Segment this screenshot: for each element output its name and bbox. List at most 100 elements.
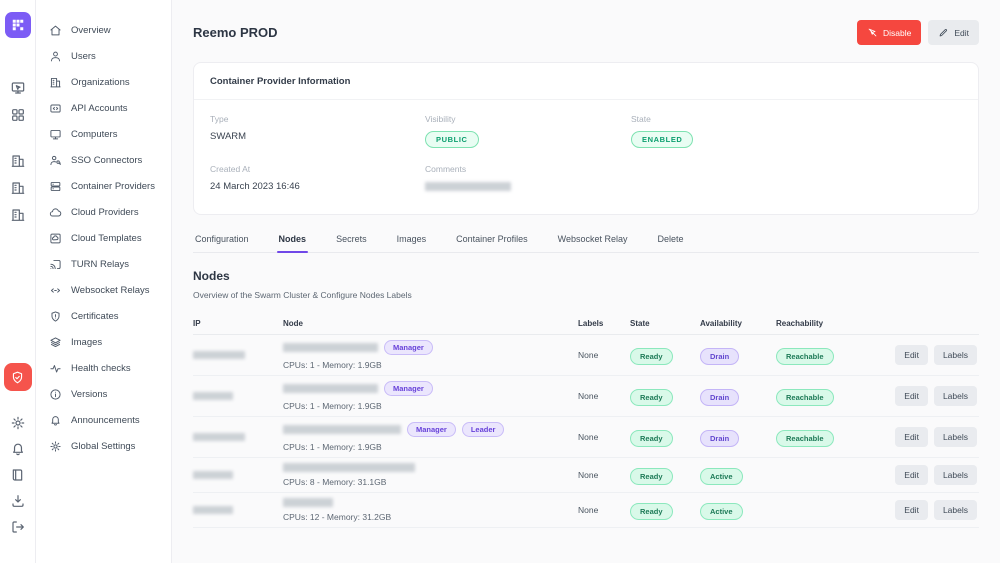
tab[interactable]: Configuration: [193, 234, 251, 252]
sidebar-item-label: Users: [71, 51, 96, 62]
reemo-logo-icon: [9, 16, 27, 34]
row-labels-button[interactable]: Labels: [934, 465, 977, 485]
nodes-table: IP Node Labels State Availability Reacha…: [193, 313, 979, 528]
node-row: Manager CPUs: 1 - Memory: 1.9GB None Rea…: [193, 376, 979, 417]
availability-badge: Active: [700, 503, 743, 520]
api-icon: [49, 102, 62, 115]
role-badge-leader: Leader: [462, 422, 505, 437]
field-comments: Comments: [425, 164, 631, 196]
shield-icon: [49, 310, 62, 323]
row-edit-button[interactable]: Edit: [895, 500, 928, 520]
row-labels-button[interactable]: Labels: [934, 345, 977, 365]
redacted-ip: [193, 351, 245, 359]
sidebar-item-label: Global Settings: [71, 441, 135, 452]
row-edit-button[interactable]: Edit: [895, 465, 928, 485]
availability-badge: Active: [700, 468, 743, 485]
tab[interactable]: Secrets: [334, 234, 369, 252]
organization-icon[interactable]: [10, 153, 26, 169]
pencil-icon: [938, 27, 949, 38]
node-row: Manager CPUs: 1 - Memory: 1.9GB None Rea…: [193, 335, 979, 376]
state-badge: Ready: [630, 468, 673, 485]
state-badge: ENABLED: [631, 131, 693, 148]
sidebar-item[interactable]: Overview: [36, 17, 171, 43]
node-specs: CPUs: 1 - Memory: 1.9GB: [283, 442, 578, 452]
availability-badge: Drain: [700, 430, 739, 447]
redacted-ip: [193, 506, 233, 514]
sidebar-item[interactable]: Announcements: [36, 407, 171, 433]
sidebar-item[interactable]: Container Providers: [36, 173, 171, 199]
tab[interactable]: Container Profiles: [454, 234, 530, 252]
node-row: CPUs: 12 - Memory: 31.2GB None Ready Act…: [193, 493, 979, 528]
node-row: CPUs: 8 - Memory: 31.1GB None Ready Acti…: [193, 458, 979, 493]
screen-share-icon[interactable]: [10, 80, 26, 96]
server-icon: [49, 180, 62, 193]
layers-icon: [49, 336, 62, 349]
sidebar-item-label: Organizations: [71, 77, 130, 88]
redacted-node-name: [283, 425, 401, 434]
sidebar-item[interactable]: Versions: [36, 381, 171, 407]
sidebar-item[interactable]: Computers: [36, 121, 171, 147]
field-type: Type SWARM: [210, 114, 425, 148]
turn-icon: [49, 258, 62, 271]
sidebar-item-label: Cloud Providers: [71, 207, 139, 218]
tab[interactable]: Delete: [656, 234, 686, 252]
user-icon: [49, 50, 62, 63]
redacted-node-name: [283, 384, 378, 393]
cloud-box-icon: [49, 232, 62, 245]
sidebar-item[interactable]: Certificates: [36, 303, 171, 329]
sidebar-item[interactable]: Images: [36, 329, 171, 355]
field-visibility: Visibility PUBLIC: [425, 114, 631, 148]
labels-value: None: [578, 432, 630, 442]
sidebar-item-label: Container Providers: [71, 181, 155, 192]
export-icon[interactable]: [10, 493, 26, 509]
row-edit-button[interactable]: Edit: [895, 345, 928, 365]
bell-icon[interactable]: [10, 441, 26, 457]
row-labels-button[interactable]: Labels: [934, 386, 977, 406]
disable-button[interactable]: Disable: [857, 20, 921, 45]
sidebar-item[interactable]: Cloud Templates: [36, 225, 171, 251]
gear-icon[interactable]: [10, 415, 26, 431]
labels-value: None: [578, 350, 630, 360]
sidebar-item[interactable]: Global Settings: [36, 433, 171, 459]
state-badge: Ready: [630, 503, 673, 520]
rail-top-group: [10, 80, 26, 123]
reachability-badge: Reachable: [776, 389, 834, 406]
tab[interactable]: Nodes: [277, 234, 309, 252]
sidebar-item[interactable]: Health checks: [36, 355, 171, 381]
sidebar-item[interactable]: Cloud Providers: [36, 199, 171, 225]
role-badge-manager: Manager: [384, 381, 433, 396]
apps-icon[interactable]: [10, 107, 26, 123]
sidebar-item[interactable]: SSO Connectors: [36, 147, 171, 173]
nodes-table-body: Manager CPUs: 1 - Memory: 1.9GB None Rea…: [193, 335, 979, 528]
sidebar-item[interactable]: Websocket Relays: [36, 277, 171, 303]
sidebar-item[interactable]: Organizations: [36, 69, 171, 95]
security-alert-badge[interactable]: [4, 363, 32, 391]
row-labels-button[interactable]: Labels: [934, 427, 977, 447]
edit-button[interactable]: Edit: [928, 20, 979, 45]
sso-icon: [49, 154, 62, 167]
row-labels-button[interactable]: Labels: [934, 500, 977, 520]
tab[interactable]: Websocket Relay: [556, 234, 630, 252]
sidebar-item[interactable]: Users: [36, 43, 171, 69]
logout-icon[interactable]: [10, 519, 26, 535]
row-edit-button[interactable]: Edit: [895, 427, 928, 447]
nodes-section-subtitle: Overview of the Swarm Cluster & Configur…: [193, 290, 979, 300]
reachability-badge: Reachable: [776, 430, 834, 447]
row-edit-button[interactable]: Edit: [895, 386, 928, 406]
node-specs: CPUs: 12 - Memory: 31.2GB: [283, 512, 578, 522]
redacted-ip: [193, 471, 233, 479]
info-icon: [49, 388, 62, 401]
nodes-table-header: IP Node Labels State Availability Reacha…: [193, 313, 979, 335]
sidebar-item[interactable]: API Accounts: [36, 95, 171, 121]
main-content: Reemo PROD Disable Edit Container Provid…: [172, 0, 1000, 563]
visibility-badge: PUBLIC: [425, 131, 479, 148]
docs-icon[interactable]: [10, 467, 26, 483]
organization-icon[interactable]: [10, 180, 26, 196]
rail-org-group: [10, 153, 26, 223]
tab[interactable]: Images: [395, 234, 429, 252]
provider-info-card: Container Provider Information Type SWAR…: [193, 62, 979, 215]
node-specs: CPUs: 8 - Memory: 31.1GB: [283, 477, 578, 487]
sidebar-item[interactable]: TURN Relays: [36, 251, 171, 277]
organization-icon[interactable]: [10, 207, 26, 223]
reemo-logo[interactable]: [5, 12, 31, 38]
